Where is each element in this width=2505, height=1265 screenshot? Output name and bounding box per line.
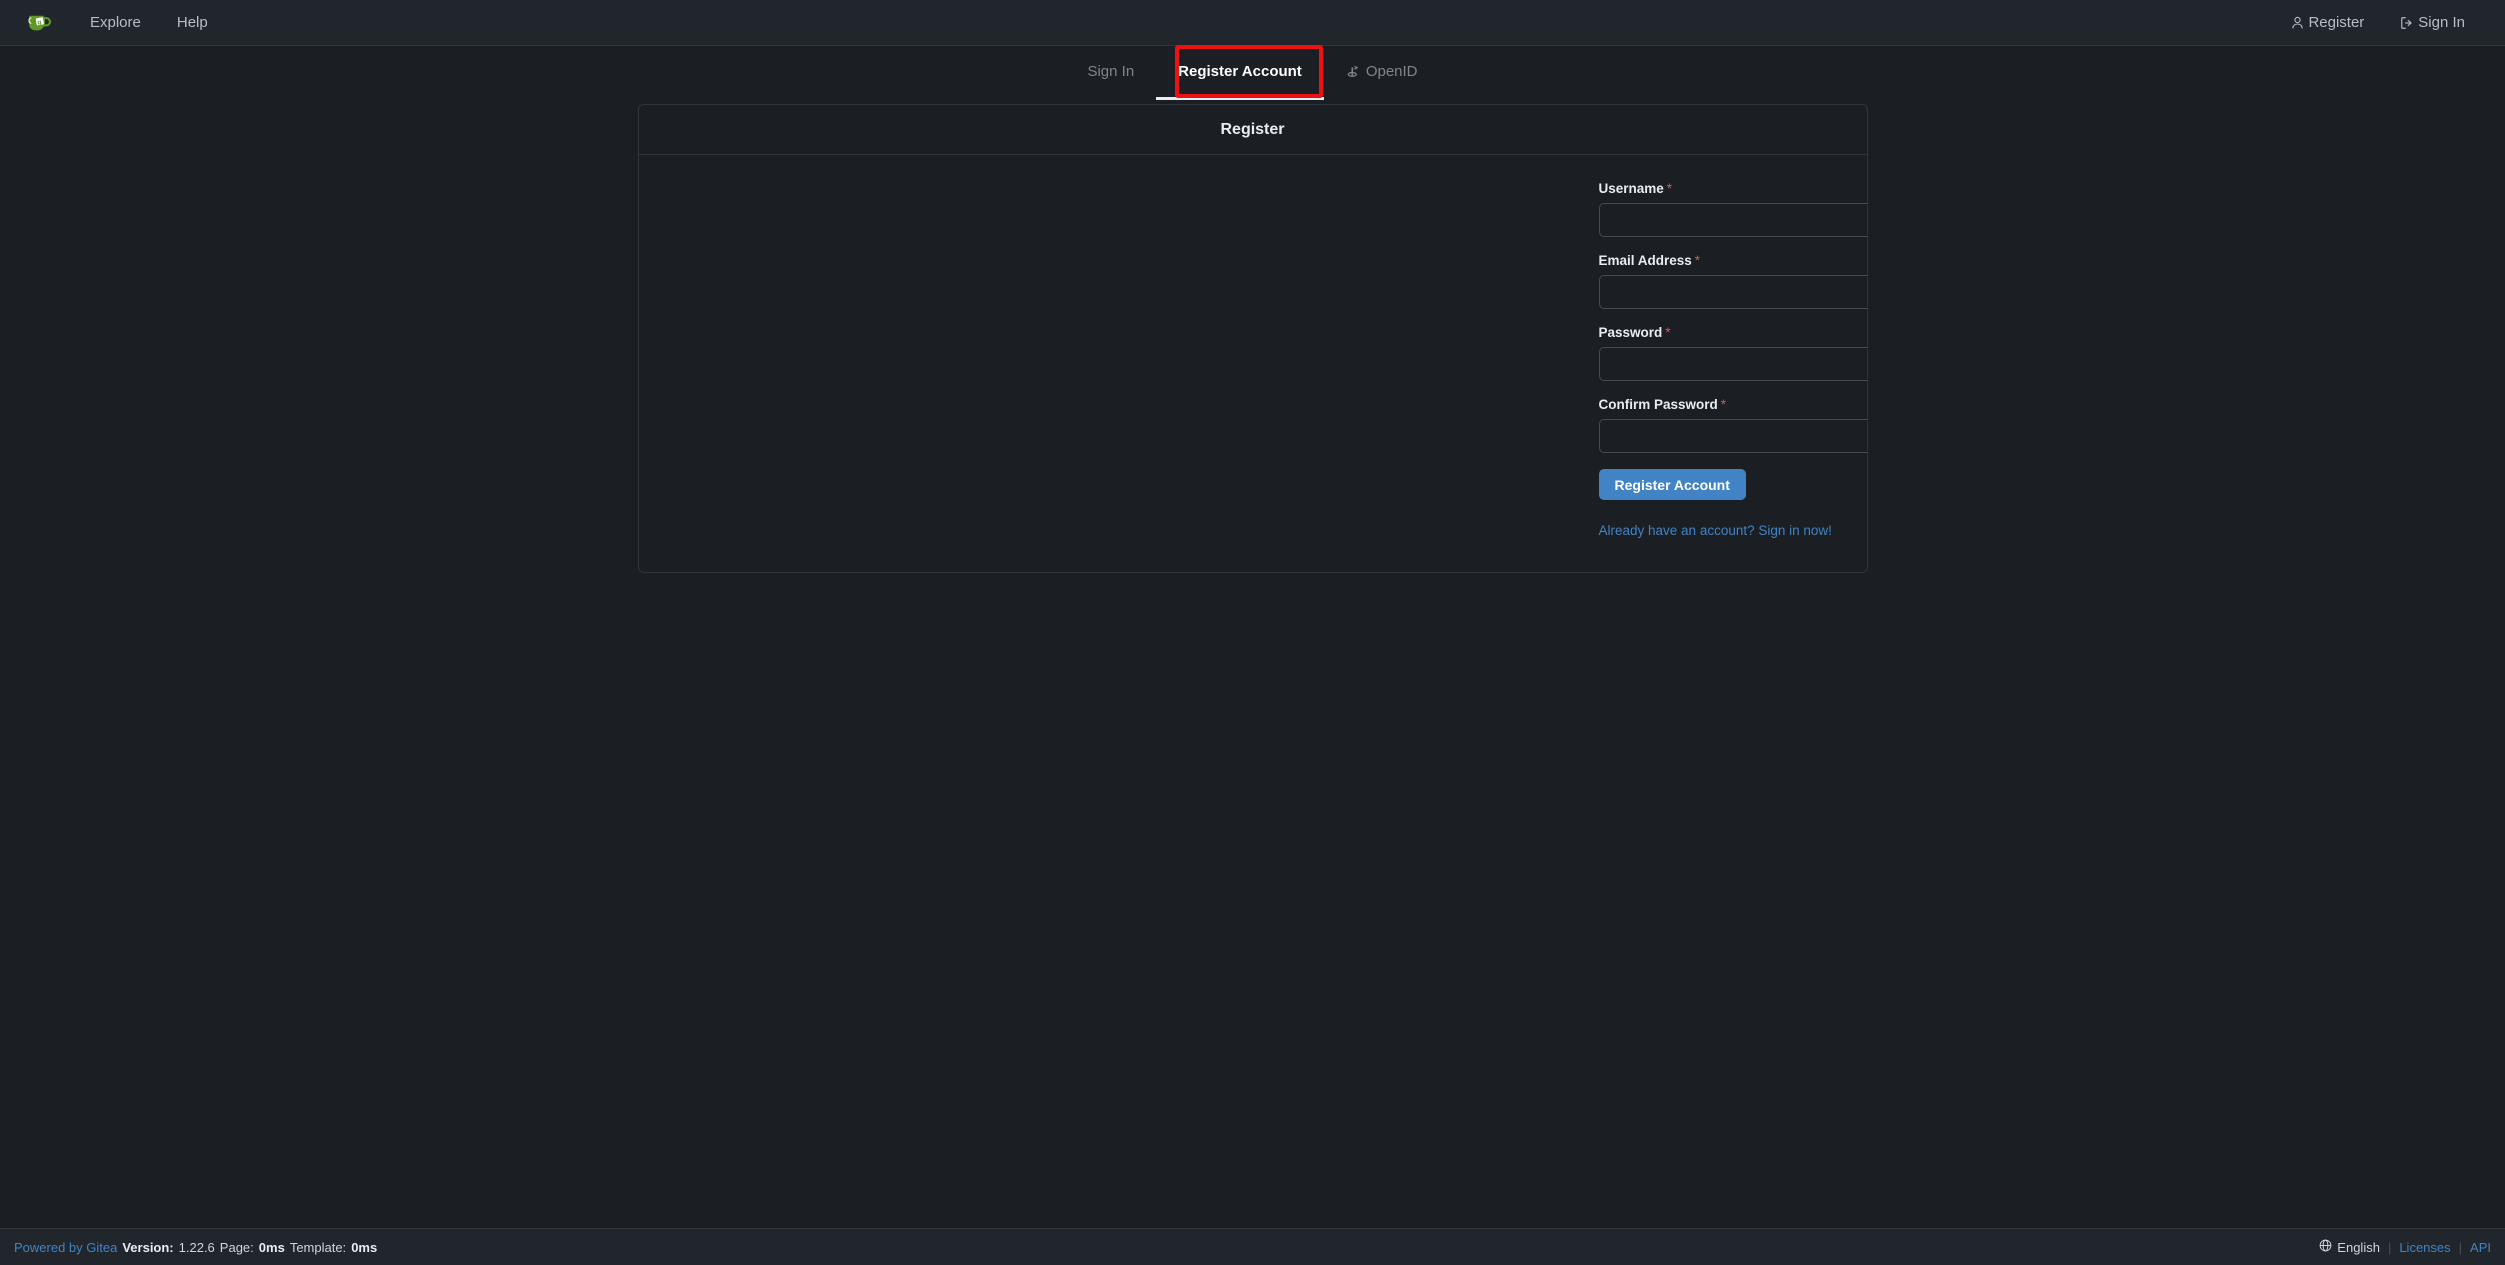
sign-in-now-link[interactable]: Already have an account? Sign in now! [1599,523,1832,538]
page-label: Page: [219,1239,254,1255]
version-label: Version: [122,1239,174,1255]
register-form: Username * Email Address * Password * Co… [639,155,1867,572]
auth-tabs-bar: Sign In Register Account OpenID [0,46,2505,100]
username-label: Username * [1598,181,1867,196]
confirm-password-label: Confirm Password * [1598,397,1867,412]
register-card: Register Username * Email Address * Pass… [637,104,1868,573]
register-card-title: Register [638,105,1867,155]
tab-openid-label: OpenID [1365,63,1418,80]
licenses-link[interactable]: Licenses [2399,1240,2450,1255]
tab-sign-in[interactable]: Sign In [1065,46,1156,100]
username-label-text: Username [1598,181,1664,196]
auth-tabs: Sign In Register Account OpenID [1065,46,1439,100]
username-input[interactable] [1598,203,1867,237]
nav-sign-in-label: Sign In [2418,13,2465,31]
tab-sign-in-label: Sign In [1087,63,1135,80]
main-content: Register Username * Email Address * Pass… [0,100,2505,573]
page-footer: Powered by Gitea Version: 1.22.6 Page: 0… [0,1228,2505,1265]
nav-explore[interactable]: Explore [72,0,159,46]
nav-help[interactable]: Help [159,0,226,46]
person-icon [2291,16,2304,30]
field-row-email: Email Address * [639,253,1867,309]
email-label: Email Address * [1598,253,1867,268]
email-required-mark: * [1694,253,1701,268]
gitea-logo[interactable]: g [22,6,56,40]
tab-openid[interactable]: OpenID [1324,46,1440,100]
nav-sign-in[interactable]: Sign In [2382,0,2483,46]
email-label-text: Email Address [1598,253,1692,268]
footer-left-group: Powered by Gitea Version: 1.22.6 Page: 0… [14,1240,377,1255]
page-value: 0ms [258,1239,285,1255]
template-label: Template: [289,1239,347,1255]
confirm-password-required-mark: * [1720,397,1727,412]
nav-register[interactable]: Register [2273,0,2382,46]
version-value: 1.22.6 [178,1239,215,1255]
globe-icon [2319,1239,2332,1255]
password-required-mark: * [1665,325,1671,340]
field-row-confirm-password: Confirm Password * [639,397,1867,453]
openid-icon [1346,64,1360,79]
field-row-password: Password * [639,325,1867,381]
register-account-button[interactable]: Register Account [1598,469,1746,500]
confirm-password-input[interactable] [1598,419,1867,453]
footer-separator-2: | [2458,1239,2463,1255]
field-row-username: Username * [639,181,1867,237]
sign-in-icon [2400,16,2414,30]
signin-link-row: Already have an account? Sign in now! [639,522,1867,538]
confirm-password-label-text: Confirm Password [1598,397,1718,412]
language-selector[interactable]: English [2319,1239,2380,1255]
api-link[interactable]: API [2470,1240,2491,1255]
username-required-mark: * [1666,181,1673,196]
footer-separator-1: | [2387,1239,2392,1255]
language-label: English [2337,1239,2380,1255]
powered-by-gitea-link[interactable]: Powered by Gitea [14,1240,117,1255]
navbar-left-group: g Explore Help [22,0,226,46]
template-value: 0ms [351,1239,378,1255]
tab-register-account[interactable]: Register Account [1156,46,1324,100]
top-navbar: g Explore Help Register Sign In [0,0,2505,46]
tab-register-account-label: Register Account [1178,63,1302,80]
footer-right-group: English | Licenses | API [2319,1239,2491,1255]
password-input[interactable] [1598,347,1867,381]
submit-row: Register Account [639,469,1867,500]
gitea-logo-icon: g [28,15,52,30]
password-label: Password * [1598,325,1867,340]
password-label-text: Password [1598,325,1663,340]
email-input[interactable] [1598,275,1867,309]
nav-register-label: Register [2308,13,2365,31]
navbar-right-group: Register Sign In [2273,0,2483,46]
